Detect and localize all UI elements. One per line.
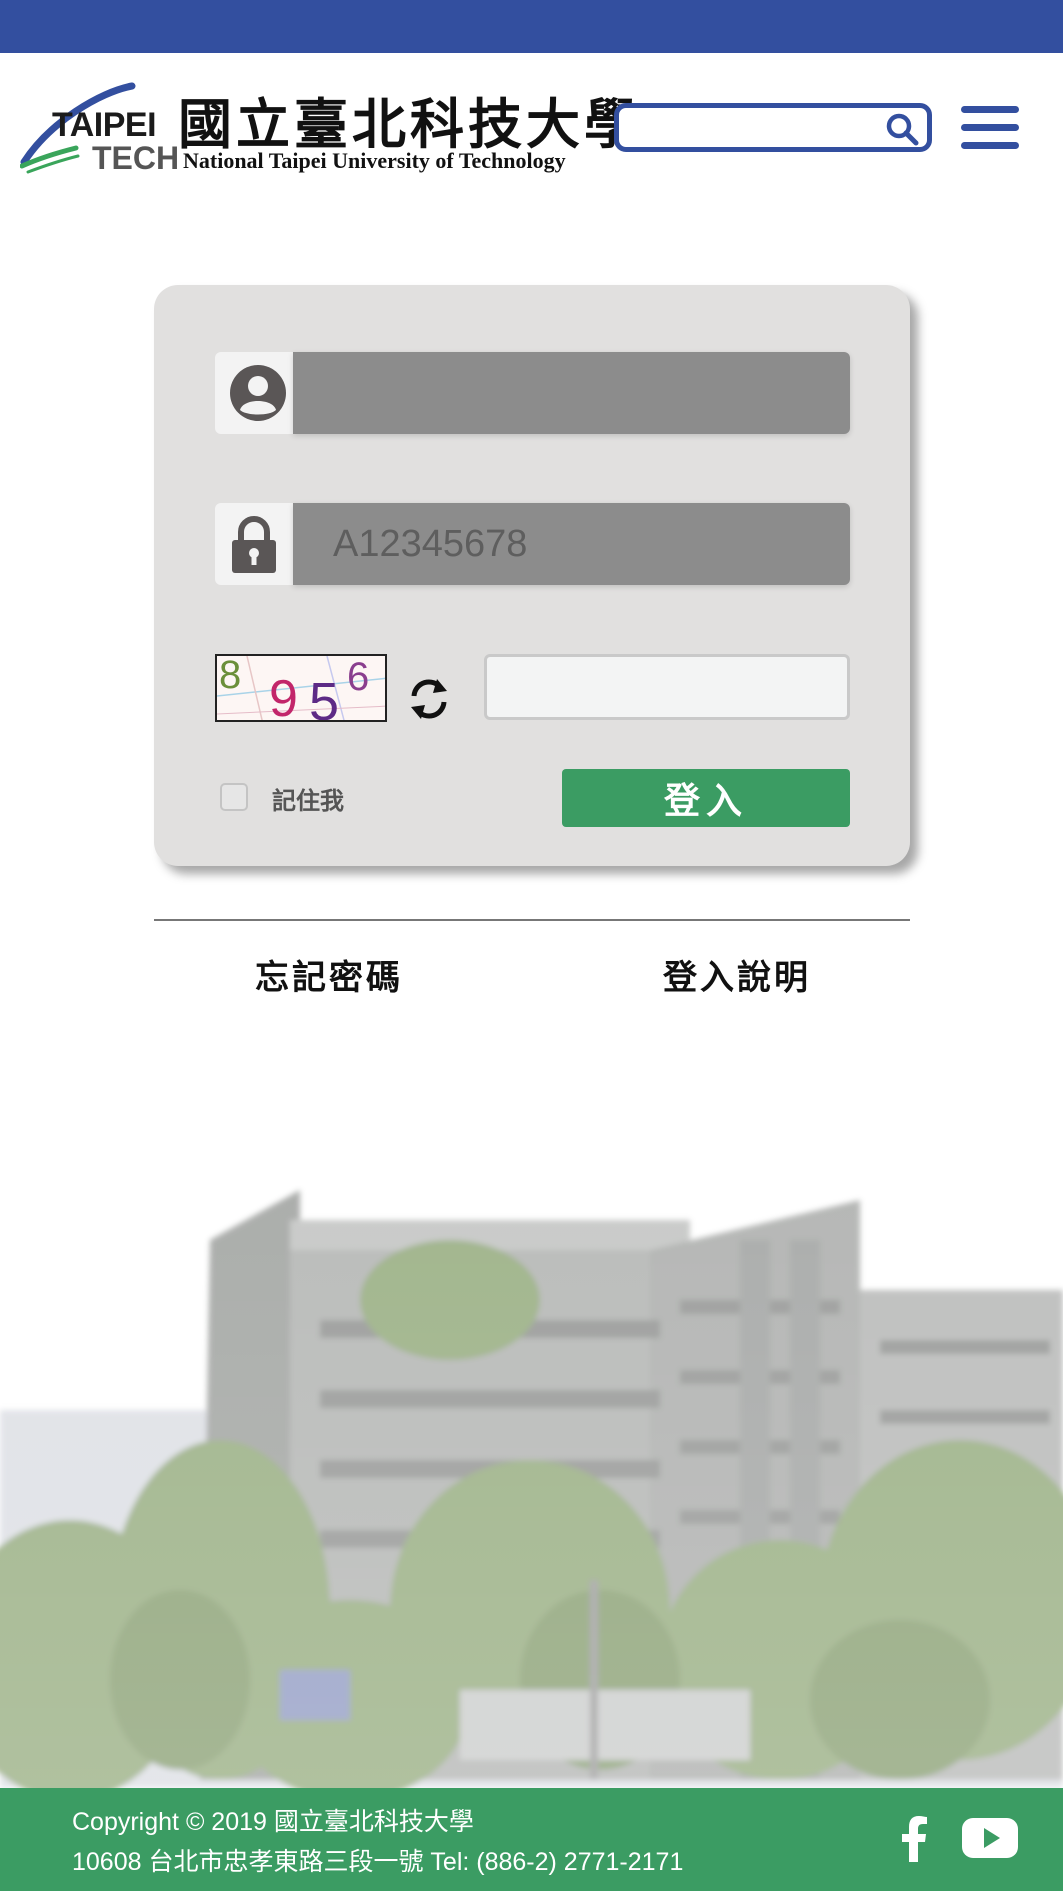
password-field bbox=[215, 503, 850, 585]
facebook-icon[interactable] bbox=[896, 1816, 930, 1862]
forgot-password-link[interactable]: 忘記密碼 bbox=[255, 950, 403, 999]
captcha-char: 5 bbox=[309, 672, 339, 722]
captcha-char: 9 bbox=[269, 670, 298, 722]
login-button[interactable]: 登入 bbox=[562, 769, 850, 827]
captcha-char: 6 bbox=[347, 656, 369, 699]
address-text: 10608 台北市忠孝東路三段一號 Tel: (886-2) 2771-2171 bbox=[72, 1848, 684, 1876]
footer: Copyright © 2019 國立臺北科技大學 10608 台北市忠孝東路三… bbox=[0, 1788, 1063, 1891]
username-icon-box bbox=[215, 352, 293, 434]
search-icon[interactable] bbox=[885, 112, 919, 146]
password-icon-box bbox=[215, 503, 293, 585]
password-input[interactable] bbox=[293, 503, 850, 585]
divider bbox=[154, 919, 910, 921]
refresh-icon[interactable] bbox=[407, 677, 451, 721]
user-icon bbox=[230, 365, 286, 421]
search-input[interactable] bbox=[631, 114, 875, 144]
login-help-link[interactable]: 登入說明 bbox=[663, 950, 811, 999]
hamburger-menu-icon[interactable] bbox=[960, 104, 1020, 152]
username-field bbox=[215, 352, 850, 434]
youtube-icon[interactable] bbox=[962, 1816, 1018, 1860]
campus-building-image bbox=[0, 1180, 1063, 1788]
university-logo[interactable]: TAIPEI TECH 國立臺北科技大學 National Taipei Uni… bbox=[20, 82, 638, 176]
logo-english-name: National Taipei University of Technology bbox=[183, 148, 566, 173]
captcha-input[interactable] bbox=[484, 654, 850, 720]
captcha-image: 8 9 5 6 bbox=[215, 654, 387, 722]
top-bar bbox=[0, 0, 1063, 53]
remember-me-checkbox[interactable] bbox=[220, 783, 248, 811]
copyright-text: Copyright © 2019 國立臺北科技大學 bbox=[72, 1808, 474, 1836]
username-input[interactable] bbox=[293, 352, 850, 434]
search-box bbox=[614, 103, 932, 152]
captcha-char: 8 bbox=[219, 656, 241, 697]
lock-icon bbox=[232, 516, 276, 573]
logo-text-tech: TECH bbox=[92, 140, 180, 176]
remember-me-label[interactable]: 記住我 bbox=[272, 781, 344, 816]
login-card: 8 9 5 6 記住我 登入 bbox=[154, 285, 910, 866]
